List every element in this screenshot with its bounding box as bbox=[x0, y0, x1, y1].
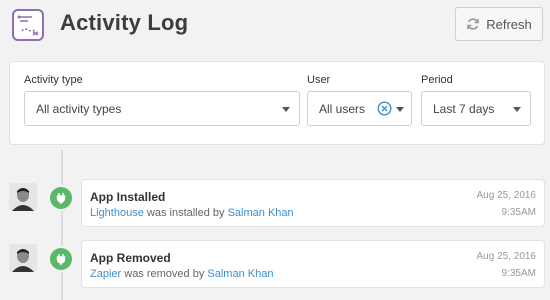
activity-log-icon bbox=[12, 9, 44, 41]
chevron-down-icon bbox=[513, 107, 521, 112]
refresh-icon bbox=[466, 17, 480, 31]
entry-title: App Installed bbox=[90, 190, 166, 204]
user-select[interactable]: All users bbox=[307, 91, 412, 126]
user-value: All users bbox=[319, 102, 366, 116]
refresh-button[interactable]: Refresh bbox=[455, 7, 543, 41]
filter-panel: Activity type All activity types User Al… bbox=[9, 61, 545, 145]
activity-type-label: Activity type bbox=[24, 74, 83, 86]
plug-icon bbox=[50, 187, 72, 209]
page-title: Activity Log bbox=[60, 10, 189, 35]
entry-date: Aug 25, 2016 bbox=[476, 190, 537, 201]
avatar bbox=[9, 183, 37, 211]
entry-action: was removed by bbox=[121, 268, 208, 280]
period-select[interactable]: Last 7 days bbox=[421, 91, 531, 126]
activity-entry: App Installed Lighthouse was installed b… bbox=[81, 179, 545, 227]
entry-user-link[interactable]: Salman Khan bbox=[228, 207, 294, 219]
entry-time: 9:35AM bbox=[501, 207, 536, 218]
entry-subject-link[interactable]: Zapier bbox=[90, 268, 121, 280]
entry-description: Zapier was removed by Salman Khan bbox=[90, 268, 273, 280]
entry-description: Lighthouse was installed by Salman Khan bbox=[90, 207, 294, 219]
plug-icon bbox=[50, 248, 72, 270]
entry-action: was installed by bbox=[143, 207, 228, 219]
chevron-down-icon bbox=[396, 107, 404, 112]
entry-user-link[interactable]: Salman Khan bbox=[207, 268, 273, 280]
refresh-label: Refresh bbox=[486, 16, 532, 32]
activity-type-value: All activity types bbox=[36, 102, 122, 116]
entry-subject-link[interactable]: Lighthouse bbox=[90, 207, 144, 219]
user-label: User bbox=[307, 74, 331, 86]
entry-date: Aug 25, 2016 bbox=[476, 251, 537, 262]
activity-type-select[interactable]: All activity types bbox=[24, 91, 300, 126]
timeline-line bbox=[61, 150, 63, 300]
period-label: Period bbox=[421, 74, 453, 86]
clear-icon[interactable] bbox=[377, 101, 392, 116]
activity-entry: App Removed Zapier was removed by Salman… bbox=[81, 240, 545, 288]
chevron-down-icon bbox=[282, 107, 290, 112]
avatar bbox=[9, 244, 37, 272]
period-value: Last 7 days bbox=[433, 102, 495, 116]
entry-time: 9:35AM bbox=[501, 268, 536, 279]
entry-title: App Removed bbox=[90, 251, 171, 265]
page-header: Activity Log Refresh bbox=[0, 0, 550, 52]
